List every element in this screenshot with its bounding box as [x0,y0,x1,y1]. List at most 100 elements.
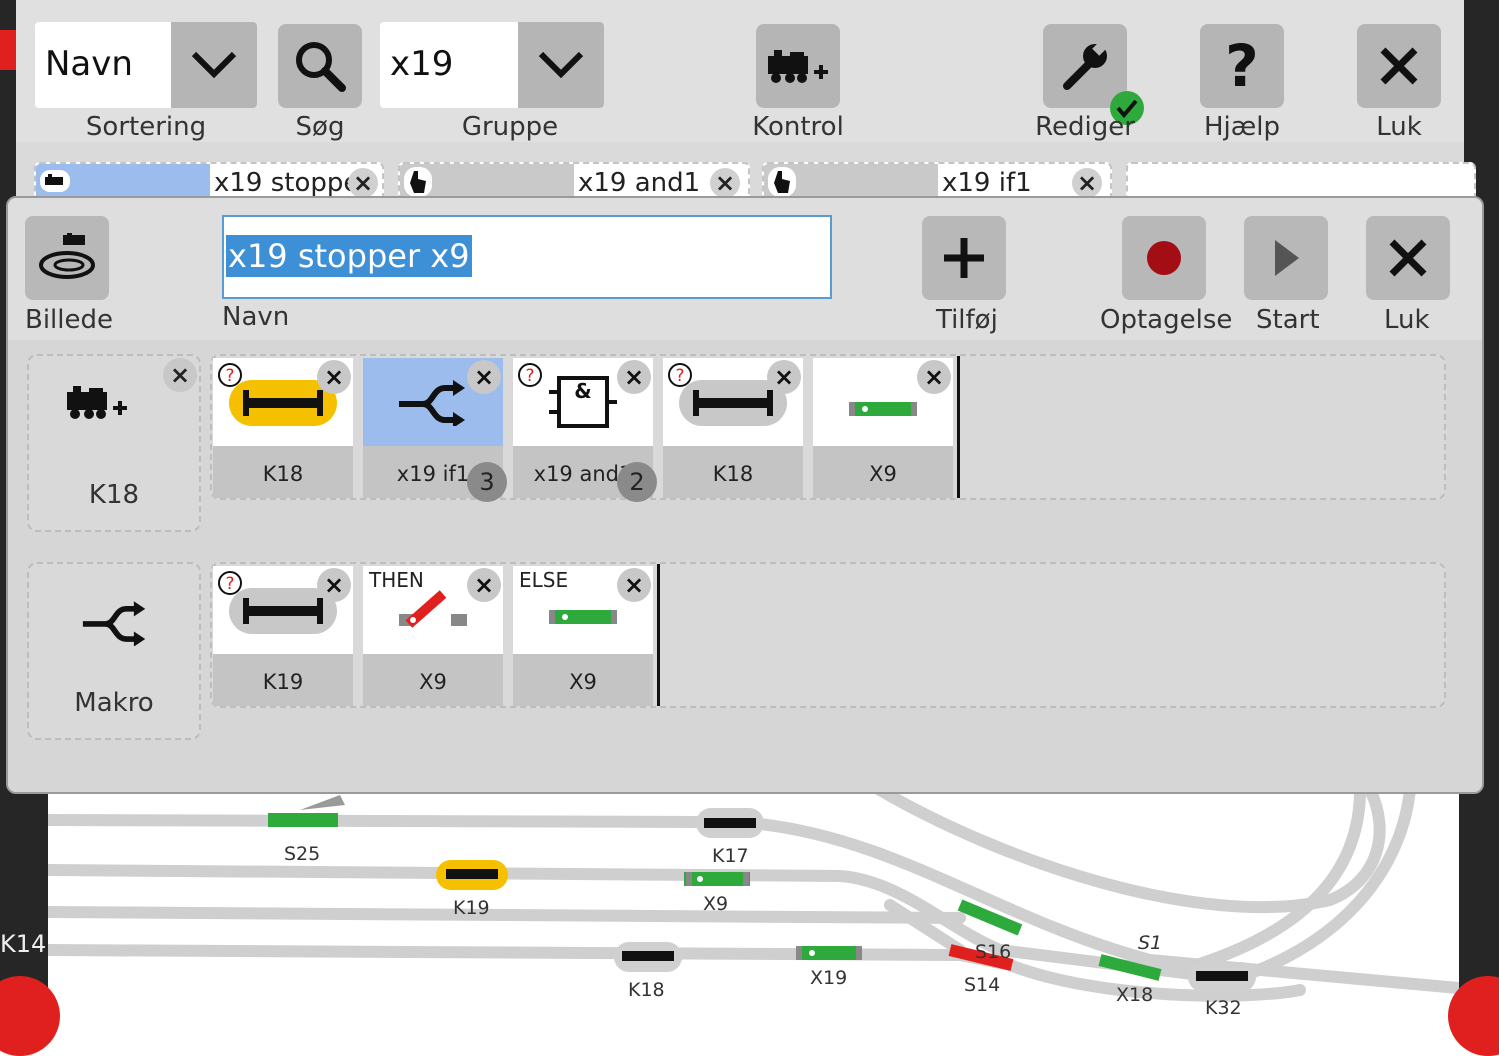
close-icon [1389,239,1427,277]
chip-close-icon[interactable]: × [348,168,378,198]
sort-select[interactable]: Navn [35,22,257,108]
name-label: Navn [222,302,290,332]
slot-remove-icon[interactable]: × [163,358,197,392]
group-value: x19 [390,44,454,84]
trigger-slot[interactable]: × K18 [27,354,201,532]
card-label: K18 [262,462,304,486]
close-button[interactable] [1357,24,1441,108]
card-remove-icon[interactable]: × [317,568,351,602]
image-button[interactable] [25,216,109,300]
chip-label: x19 if1 [942,168,1032,198]
dialog-close-button[interactable] [1366,216,1450,300]
card-label: X9 [569,670,597,694]
card-remove-icon[interactable]: × [317,360,351,394]
dialog-close-label: Luk [1384,305,1430,335]
close-icon [1380,47,1418,85]
card-label: X9 [419,670,447,694]
action-card-selected[interactable]: × x19 if1 3 [363,358,507,502]
card-label: K19 [262,670,304,694]
chip-label: x19 and1 [578,168,701,198]
record-label: Optagelse [1100,305,1233,335]
chip-close-icon[interactable]: × [1072,168,1102,198]
macro-slot[interactable]: Makro [27,562,201,740]
action-card[interactable]: ? & × x19 and1 2 [513,358,657,502]
plus-icon [944,238,984,278]
control-label: Kontrol [752,112,844,142]
card-label: K18 [712,462,754,486]
macro-branch-icon [399,380,465,426]
macro-branch-icon [82,601,146,646]
macro-editor-dialog: Billede x19 stopper x9 Navn Tilføj Optag… [6,196,1484,794]
count-badge: 2 [617,462,657,502]
add-label: Tilføj [936,305,998,335]
track-label-k17: K17 [712,845,749,867]
pointer-icon [768,167,796,197]
action-card[interactable]: ? × K18 [663,358,803,498]
start-button[interactable] [1244,216,1328,300]
record-icon [1147,241,1181,275]
svg-text:&: & [574,379,591,403]
search-label: Søg [295,112,345,142]
chevron-down-icon[interactable] [171,22,257,108]
chip-close-icon[interactable]: × [710,168,740,198]
card-remove-icon[interactable]: × [617,568,651,602]
group-select[interactable]: x19 [380,22,604,108]
track-label-s25: S25 [284,843,321,865]
track-label-k18: K18 [628,979,665,1001]
left-edge-red-marker [0,30,16,70]
sort-value: Navn [45,44,133,84]
svg-text:?: ? [525,366,534,386]
locomotive-plus-icon [768,50,828,83]
add-button[interactable] [922,216,1006,300]
card-label: X9 [869,462,897,486]
record-button[interactable] [1122,216,1206,300]
card-remove-icon[interactable]: × [467,568,501,602]
group-label: Gruppe [461,112,559,142]
and-gate-icon: & [549,376,617,428]
locomotive-icon [40,170,70,192]
card-tag: ELSE [519,568,569,592]
card-remove-icon[interactable]: × [917,360,951,394]
action-card[interactable]: THEN × X9 [363,566,503,706]
search-icon [296,42,346,92]
top-toolbar: Navn Sortering Søg x19 Gruppe Kontrol Re… [16,0,1476,210]
action-card[interactable]: ? × K18 [213,358,353,498]
track-label-k19: K19 [453,897,490,919]
help-label: Hjælp [1203,112,1281,142]
action-card[interactable]: ? × K19 [213,566,353,706]
track-label-s1: S1 [1138,932,1163,954]
track-label-s14: S14 [964,974,1001,996]
track-label-x9: X9 [703,893,729,915]
card-tag: THEN [369,568,424,592]
track-label-x18: X18 [1116,984,1154,1006]
search-button[interactable] [278,24,362,108]
insert-cursor [657,564,660,706]
question-icon: ? [1225,32,1259,100]
chip-label: x19 stoppe [214,168,360,198]
track-loop-icon [39,233,95,279]
edit-label: Rediger [1035,112,1135,142]
wrench-icon [1063,40,1108,90]
slot-label: K18 [88,480,140,510]
track-label-s16: S16 [975,941,1012,963]
action-card[interactable]: ELSE × X9 [513,566,653,706]
card-remove-icon[interactable]: × [767,360,801,394]
play-icon [1275,240,1299,276]
slot-label: Makro [74,688,154,718]
control-button[interactable] [756,24,840,108]
close-label: Luk [1376,112,1422,142]
card-remove-icon[interactable]: × [467,360,501,394]
insert-cursor [957,356,960,498]
sort-label: Sortering [85,112,207,142]
chevron-down-icon[interactable] [518,22,604,108]
image-label: Billede [25,305,114,335]
count-badge: 3 [467,462,507,502]
track-green-icon [549,610,617,624]
action-card[interactable]: × X9 [813,358,953,498]
question-icon: ? [518,363,542,387]
card-remove-icon[interactable]: × [617,360,651,394]
name-input-selection: x19 stopper x9 [226,235,472,277]
track-green-icon [849,402,917,416]
left-edge-label: K14 [0,930,47,958]
help-button[interactable]: ? [1200,24,1284,108]
